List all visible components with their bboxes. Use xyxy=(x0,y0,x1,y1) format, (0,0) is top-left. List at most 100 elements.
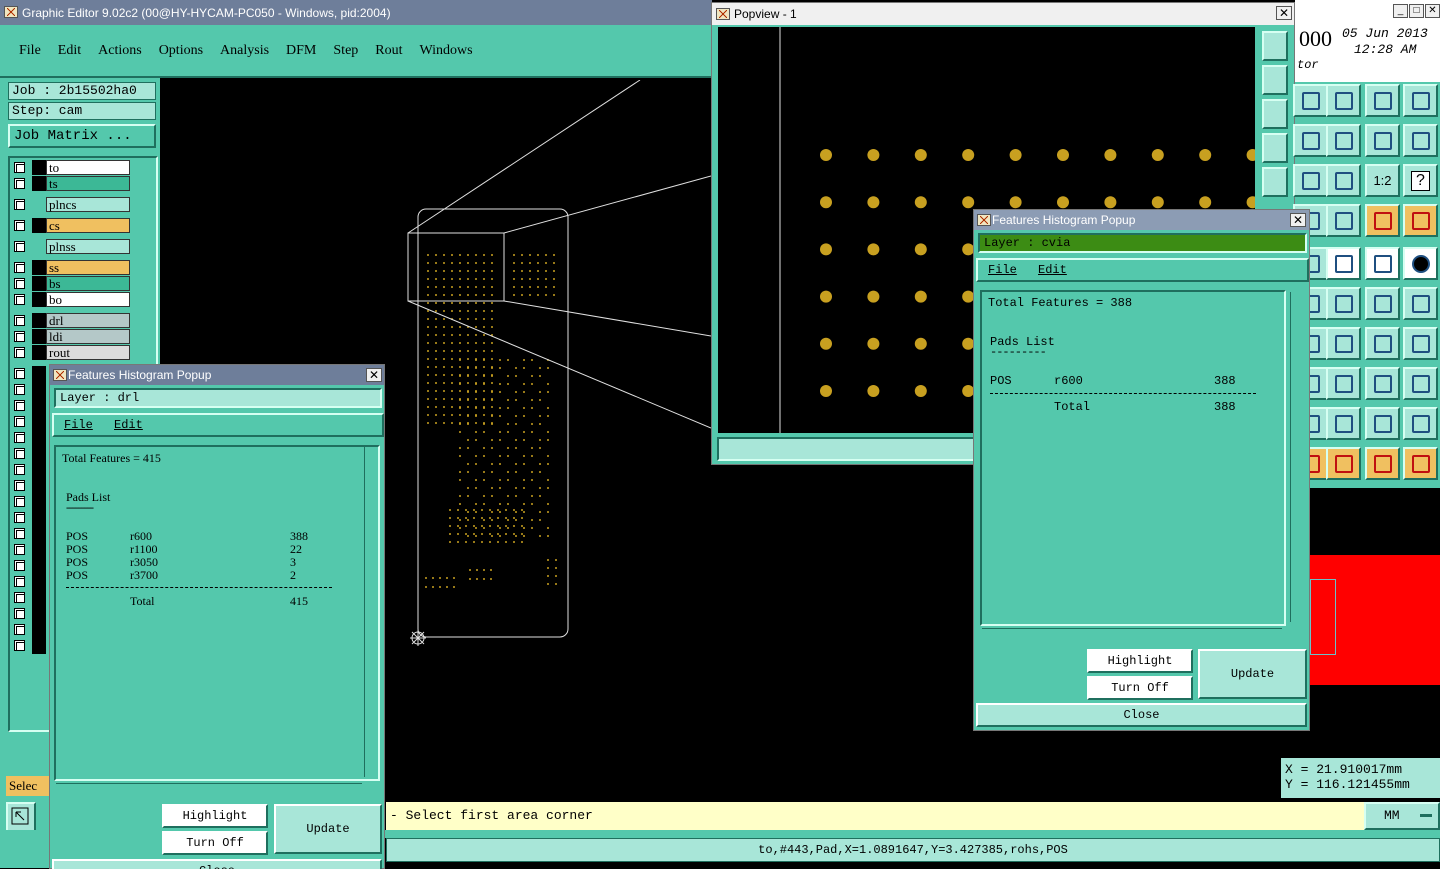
empty-layer-slot[interactable] xyxy=(10,462,46,478)
close-button[interactable]: Close xyxy=(52,859,382,869)
color-icon[interactable] xyxy=(1326,247,1361,280)
layer-checkbox[interactable] xyxy=(14,368,25,379)
layer-checkbox[interactable] xyxy=(14,294,25,305)
layer-checkbox[interactable] xyxy=(14,241,25,252)
layer-name[interactable]: drl xyxy=(46,313,130,328)
zoom-home-icon[interactable] xyxy=(1262,31,1288,61)
layer-checkbox[interactable] xyxy=(14,384,25,395)
empty-layer-slot[interactable] xyxy=(10,478,46,494)
select-3-icon[interactable] xyxy=(1365,447,1400,480)
empty-layer-slot[interactable] xyxy=(10,382,46,398)
empty-layer-slot[interactable] xyxy=(10,606,46,622)
menu-options[interactable]: Options xyxy=(159,43,203,59)
ruler-icon[interactable] xyxy=(1365,247,1400,280)
layer-row-plncs[interactable]: plncs xyxy=(10,197,132,212)
arrow-icon[interactable] xyxy=(1293,124,1328,157)
layer-checkbox[interactable] xyxy=(14,544,25,555)
highlight-button[interactable]: Highlight xyxy=(162,804,268,828)
update-button[interactable]: Update xyxy=(274,804,382,854)
histogram-text-area[interactable]: Total Features = 388 Pads List ---------… xyxy=(980,290,1286,626)
layer-name[interactable]: plnss xyxy=(46,239,130,254)
layer-checkbox[interactable] xyxy=(14,576,25,587)
menu-edit[interactable]: Edit xyxy=(114,418,143,432)
target-icon[interactable] xyxy=(1403,247,1438,280)
layer-name[interactable]: ldi xyxy=(46,329,130,344)
layer-row-drl[interactable]: drl xyxy=(10,313,132,328)
highlight-button[interactable]: Highlight xyxy=(1087,649,1193,673)
align-icon[interactable] xyxy=(1403,327,1438,360)
vertical-scrollbar[interactable] xyxy=(1290,292,1304,622)
layer-checkbox[interactable] xyxy=(14,512,25,523)
layer-checkbox[interactable] xyxy=(14,640,25,651)
empty-layer-slot[interactable] xyxy=(10,398,46,414)
layer-row-plnss[interactable]: plnss xyxy=(10,239,132,254)
layer-checkbox[interactable] xyxy=(14,592,25,603)
help-icon[interactable]: ? xyxy=(1403,164,1438,197)
layer-name[interactable]: cs xyxy=(46,218,130,233)
menu-edit[interactable]: Edit xyxy=(1038,263,1067,277)
layer-row-ss[interactable]: ss xyxy=(10,260,132,275)
pan-down-icon[interactable] xyxy=(1262,99,1288,129)
pencil-icon[interactable] xyxy=(1326,327,1361,360)
turn-off-button[interactable]: Turn Off xyxy=(1087,676,1193,700)
home-icon[interactable] xyxy=(1365,84,1400,117)
layer-checkbox[interactable] xyxy=(14,199,25,210)
line-node-2-icon[interactable] xyxy=(1403,287,1438,320)
layer-checkbox[interactable] xyxy=(14,220,25,231)
menu-rout[interactable]: Rout xyxy=(375,43,402,59)
layer-checkbox[interactable] xyxy=(14,608,25,619)
empty-layer-slot[interactable] xyxy=(10,622,46,638)
layer-checkbox[interactable] xyxy=(14,528,25,539)
layer-checkbox[interactable] xyxy=(14,278,25,289)
fit-icon[interactable] xyxy=(1326,164,1361,197)
group-icon[interactable] xyxy=(1403,367,1438,400)
empty-layer-slot[interactable] xyxy=(10,526,46,542)
layer-checkbox[interactable] xyxy=(14,496,25,507)
layer-checkbox[interactable] xyxy=(14,315,25,326)
window-icon[interactable] xyxy=(1326,84,1361,117)
layer-checkbox[interactable] xyxy=(14,178,25,189)
empty-layer-slot[interactable] xyxy=(10,414,46,430)
layer-checkbox[interactable] xyxy=(14,560,25,571)
menu-actions[interactable]: Actions xyxy=(98,43,142,59)
close-icon[interactable]: ✕ xyxy=(1425,4,1440,18)
triangle-4-icon[interactable] xyxy=(1403,407,1438,440)
layer-checkbox[interactable] xyxy=(14,432,25,443)
empty-layer-slot[interactable] xyxy=(10,430,46,446)
triangle-2-icon[interactable] xyxy=(1326,407,1361,440)
close-button[interactable]: Close xyxy=(976,703,1307,727)
select-2-icon[interactable] xyxy=(1326,447,1361,480)
minimize-icon[interactable]: _ xyxy=(1393,4,1408,18)
layer-name[interactable]: bo xyxy=(46,292,130,307)
undo-icon[interactable] xyxy=(1365,124,1400,157)
menu-step[interactable]: Step xyxy=(333,43,358,59)
menu-windows[interactable]: Windows xyxy=(420,43,473,59)
empty-layer-slot[interactable] xyxy=(10,494,46,510)
line-node-icon[interactable] xyxy=(1365,287,1400,320)
triangle-3-icon[interactable] xyxy=(1365,407,1400,440)
split-view-icon[interactable] xyxy=(1403,84,1438,117)
menu-dfm[interactable]: DFM xyxy=(286,43,316,59)
layer-row-ldi[interactable]: ldi xyxy=(10,329,132,344)
ratio-icon[interactable]: 1:2 xyxy=(1365,164,1400,197)
horizontal-scrollbar[interactable] xyxy=(56,783,362,795)
rotate-icon[interactable] xyxy=(1365,327,1400,360)
layer-checkbox[interactable] xyxy=(14,262,25,273)
empty-layer-slot[interactable] xyxy=(10,446,46,462)
layer-name[interactable]: bs xyxy=(46,276,130,291)
empty-layer-slot[interactable] xyxy=(10,558,46,574)
units-select[interactable]: MM xyxy=(1364,802,1440,830)
horizontal-scrollbar[interactable] xyxy=(982,628,1282,640)
layer-checkbox[interactable] xyxy=(14,480,25,491)
layer-checkbox[interactable] xyxy=(14,448,25,459)
update-button[interactable]: Update xyxy=(1198,649,1307,699)
layer-checkbox[interactable] xyxy=(14,464,25,475)
layer-checkbox[interactable] xyxy=(14,400,25,411)
turn-off-button[interactable]: Turn Off xyxy=(162,831,268,855)
layer-row-bs[interactable]: bs xyxy=(10,276,132,291)
layer-checkbox[interactable] xyxy=(14,347,25,358)
layer-name[interactable]: plncs xyxy=(46,197,130,212)
layer-row-ts[interactable]: ts xyxy=(10,176,132,191)
snap-icon[interactable] xyxy=(1403,124,1438,157)
layer-row-to[interactable]: to xyxy=(10,160,132,175)
